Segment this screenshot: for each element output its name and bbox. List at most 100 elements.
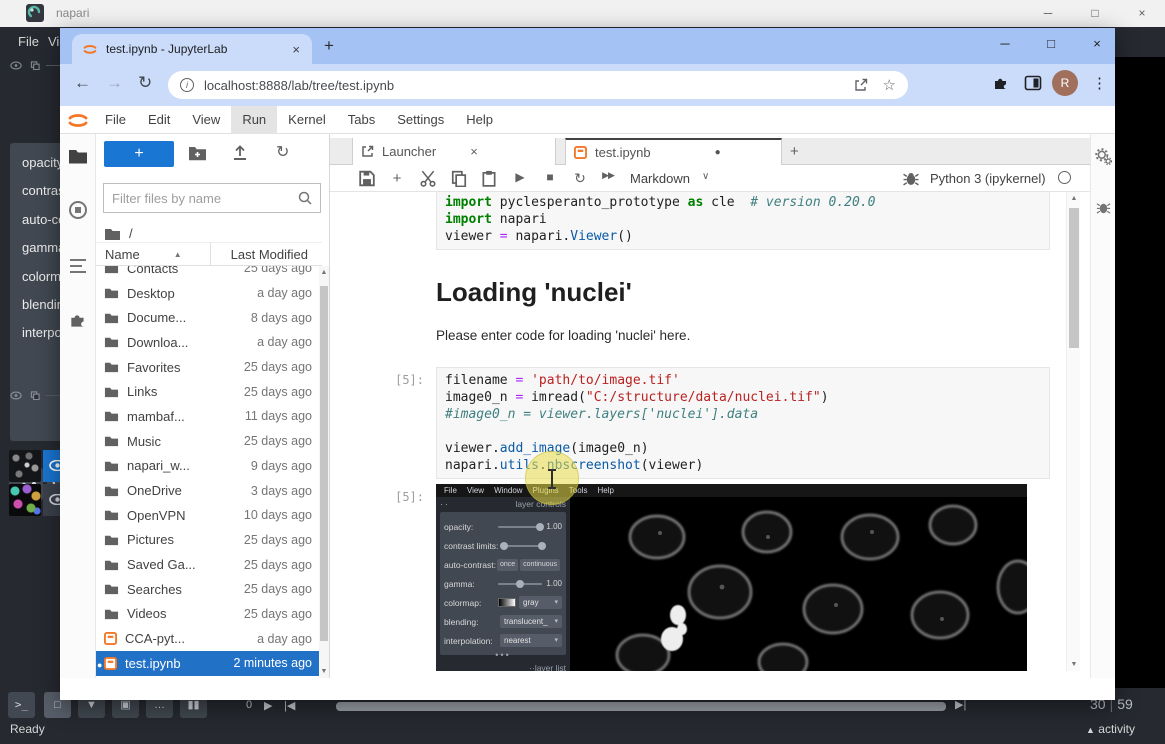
menu-item-run[interactable]: Run [231,106,277,134]
prev-frame-button[interactable]: |◀ [284,699,295,712]
url-text[interactable]: localhost:8888/lab/tree/test.ipynb [204,78,853,93]
file-row[interactable]: Docume...8 days ago [96,305,322,330]
markdown-cell[interactable]: Loading 'nuclei' Please enter code for l… [436,277,1064,345]
add-cell-icon[interactable]: + [388,170,406,187]
address-bar[interactable]: i localhost:8888/lab/tree/test.ipynb ☆ [168,71,908,99]
interrupt-kernel-icon[interactable]: ■ [541,170,559,187]
eye-icon[interactable] [10,61,22,70]
scroll-down-icon[interactable]: ▼ [1069,661,1079,668]
code-cell[interactable]: [5]: filename = 'path/to/image.tif'image… [330,367,1064,479]
bookmark-star-icon[interactable]: ☆ [883,76,896,94]
napari-minimize-button[interactable]: ─ [1031,3,1065,24]
paste-cells-icon[interactable] [480,170,498,187]
eye-icon[interactable] [10,391,22,400]
debugger-bug-icon[interactable] [902,170,920,187]
new-launcher-button[interactable]: + [104,141,174,167]
file-row[interactable]: Links25 days ago [96,379,322,404]
file-row[interactable]: mambaf...11 days ago [96,404,322,429]
tab-close-icon[interactable]: × [470,144,478,159]
scroll-up-icon[interactable]: ▲ [319,269,329,276]
console-button[interactable]: >_ [8,692,35,718]
menu-item-view[interactable]: View [181,106,231,134]
tab-test-ipynb[interactable]: test.ipynb ● [565,138,782,165]
new-folder-icon[interactable] [188,145,207,161]
napari-maximize-button[interactable]: □ [1078,3,1112,24]
breadcrumb[interactable]: / [104,222,133,244]
frame-slider[interactable] [336,702,946,711]
copy-layer-icon[interactable] [29,61,41,70]
file-row[interactable]: Favorites25 days ago [96,355,322,380]
file-row[interactable]: Saved Ga...25 days ago [96,552,322,577]
copy-layer-icon[interactable] [29,391,41,400]
scroll-up-icon[interactable]: ▲ [1069,195,1079,202]
property-inspector-gears-icon[interactable] [1095,148,1112,165]
file-row[interactable]: Desktopa day ago [96,281,322,306]
file-row[interactable]: OneDrive3 days ago [96,478,322,503]
cell-type-dropdown[interactable]: Markdown [630,171,690,186]
file-row[interactable]: Pictures25 days ago [96,528,322,553]
file-row[interactable]: OpenVPN10 days ago [96,503,322,528]
running-sessions-icon[interactable] [68,200,88,220]
column-name[interactable]: Name [96,247,140,262]
cut-cells-icon[interactable] [419,170,437,187]
home-folder-icon[interactable] [104,227,121,240]
file-row[interactable]: Downloa...a day ago [96,330,322,355]
filter-files-input[interactable] [112,191,298,206]
browser-tab[interactable]: test.ipynb - JupyterLab × [72,34,312,64]
frame-field[interactable]: 0 [246,699,252,711]
tab-launcher[interactable]: Launcher × [352,138,556,165]
file-row[interactable]: CCA-pyt...a day ago [96,626,322,651]
kernel-status-icon[interactable] [1058,171,1071,184]
layer-visibility-eye-icon[interactable] [49,460,60,471]
notebook-scrollbar[interactable]: ▲ ▼ [1066,192,1080,671]
file-browser-icon[interactable] [68,146,88,166]
code-cell[interactable]: from skimage.io import imreadimport pycl… [330,192,1064,250]
refresh-file-list-icon[interactable]: ↻ [276,142,289,162]
forward-button[interactable]: → [106,73,123,93]
tab-close-icon[interactable]: × [290,42,302,57]
scrollbar-thumb[interactable] [1069,208,1079,348]
file-row[interactable]: ●test.ipynb2 minutes ago [96,651,322,676]
napari-close-button[interactable]: × [1125,3,1159,24]
file-list-scrollbar[interactable]: ▲ ▼ [319,266,329,678]
upload-icon[interactable] [232,144,248,161]
browser-menu-kebab-icon[interactable]: ⋮ [1092,74,1107,92]
menu-item-kernel[interactable]: Kernel [277,106,337,134]
restart-kernel-icon[interactable]: ↻ [571,170,589,187]
run-cell-icon[interactable]: ▶ [511,170,529,187]
debugger-bug-icon[interactable] [1096,200,1111,215]
filter-files-box[interactable] [103,183,321,213]
reload-button[interactable]: ↻ [138,73,152,93]
save-icon[interactable] [358,170,376,187]
extensions-puzzle-icon[interactable] [992,74,1010,92]
file-row[interactable]: Music25 days ago [96,429,322,454]
scroll-down-icon[interactable]: ▼ [319,668,329,675]
add-tab-button[interactable]: + [790,143,799,160]
menu-item-edit[interactable]: Edit [137,106,181,134]
menu-item-help[interactable]: Help [455,106,504,134]
scrollbar-thumb[interactable] [320,286,328,641]
code-editor[interactable]: filename = 'path/to/image.tif'image0_n =… [436,367,1050,479]
file-row[interactable]: Videos25 days ago [96,602,322,627]
browser-maximize-button[interactable]: □ [1036,36,1066,51]
extension-manager-puzzle-icon[interactable] [68,310,88,330]
menu-item-file[interactable]: File [94,106,137,134]
play-button[interactable]: ▶ [264,699,272,712]
profile-avatar[interactable]: R [1052,70,1078,96]
menu-item-tabs[interactable]: Tabs [337,106,386,134]
menu-item-settings[interactable]: Settings [386,106,455,134]
code-editor[interactable]: from skimage.io import imreadimport pycl… [436,192,1050,250]
new-tab-button[interactable]: + [324,36,334,56]
layer-visibility-eye-icon[interactable] [49,494,60,505]
napari-menu-file[interactable]: File [18,34,39,49]
side-panel-icon[interactable] [1024,74,1042,92]
share-icon[interactable] [853,77,869,93]
browser-minimize-button[interactable]: ─ [990,36,1020,51]
kernel-name[interactable]: Python 3 (ipykernel) [930,171,1046,186]
site-info-icon[interactable]: i [180,78,194,92]
file-row[interactable]: Searches25 days ago [96,577,322,602]
table-of-contents-icon[interactable] [68,256,88,276]
file-row[interactable]: napari_w...9 days ago [96,454,322,479]
back-button[interactable]: ← [74,73,91,93]
restart-run-all-icon[interactable]: ▶▶ [599,170,617,187]
